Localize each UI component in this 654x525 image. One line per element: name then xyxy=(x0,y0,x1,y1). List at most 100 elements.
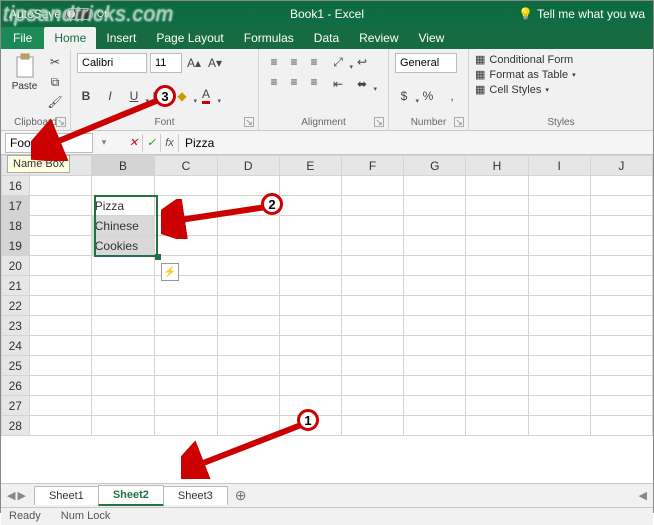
align-bottom-icon[interactable]: ≡ xyxy=(305,53,323,71)
italic-button[interactable]: I xyxy=(101,87,119,105)
copy-icon[interactable]: ⧉ xyxy=(46,73,64,91)
merge-center-icon[interactable]: ⬌ xyxy=(353,75,371,93)
align-left-icon[interactable]: ≡ xyxy=(265,73,283,91)
cell[interactable]: Cookies xyxy=(91,236,155,256)
toggle-pill[interactable] xyxy=(65,8,93,20)
paste-button[interactable]: Paste xyxy=(7,53,42,111)
cut-icon[interactable]: ✂ xyxy=(46,53,64,71)
font-name-select[interactable] xyxy=(77,53,147,73)
next-sheet-icon[interactable]: ▶ xyxy=(17,489,25,502)
formula-input[interactable] xyxy=(179,134,653,152)
col-header[interactable]: J xyxy=(590,156,652,176)
formula-bar: Name Box ▾ ✕ ✓ fx xyxy=(1,131,653,155)
autofill-options-icon[interactable]: ⚡ xyxy=(161,263,179,281)
col-header[interactable]: G xyxy=(404,156,466,176)
col-header[interactable]: F xyxy=(341,156,403,176)
font-size-select[interactable] xyxy=(150,53,182,73)
ribbon: Paste ✂ ⧉ 🖌 Clipboard↘ A▴ A▾ B I U ▦ ◆ A… xyxy=(1,49,653,131)
col-header[interactable]: I xyxy=(528,156,590,176)
scroll-left-icon[interactable]: ◀ xyxy=(639,489,647,502)
name-box[interactable] xyxy=(5,133,93,153)
worksheet-grid[interactable]: A B C D E F G H I J 16 17Pizza 18Chinese… xyxy=(1,155,653,483)
font-color-button[interactable]: A xyxy=(197,87,215,105)
name-box-dropdown-icon[interactable]: ▾ xyxy=(97,137,111,148)
fill-handle[interactable] xyxy=(155,254,161,260)
mouse-cursor-icon: ↖ xyxy=(159,216,174,237)
format-painter-icon[interactable]: 🖌 xyxy=(46,93,64,111)
annotation-callout: 3 xyxy=(154,85,176,107)
dialog-launcher-icon[interactable]: ↘ xyxy=(56,117,66,127)
cell-styles-button[interactable]: ▦Cell Styles▾ xyxy=(475,83,647,96)
dialog-launcher-icon[interactable]: ↘ xyxy=(374,117,384,127)
col-header[interactable]: D xyxy=(217,156,279,176)
align-top-icon[interactable]: ≡ xyxy=(265,53,283,71)
cell[interactable]: Chinese xyxy=(91,216,155,236)
row-header[interactable]: 20 xyxy=(2,256,30,276)
enter-icon[interactable]: ✓ xyxy=(143,134,161,152)
col-header[interactable]: B xyxy=(91,156,155,176)
cell[interactable]: Pizza xyxy=(91,196,155,216)
row-header[interactable]: 27 xyxy=(2,396,30,416)
accounting-format-icon[interactable]: $ xyxy=(395,87,413,105)
number-format-select[interactable] xyxy=(395,53,457,73)
comma-format-icon[interactable]: , xyxy=(443,87,461,105)
tab-data[interactable]: Data xyxy=(304,27,349,49)
orientation-icon[interactable]: ⤢ xyxy=(329,53,347,71)
wrap-text-icon[interactable]: ↩ xyxy=(353,53,371,71)
group-styles: ▦Conditional Form ▦Format as Table▾ ▦Cel… xyxy=(469,49,653,130)
sheet-tab[interactable]: Sheet1 xyxy=(34,486,99,505)
conditional-formatting-button[interactable]: ▦Conditional Form xyxy=(475,53,647,66)
sheet-tab[interactable]: Sheet3 xyxy=(163,486,228,505)
prev-sheet-icon[interactable]: ◀ xyxy=(7,489,15,502)
row-header[interactable]: 16 xyxy=(2,176,30,196)
name-box-tooltip: Name Box xyxy=(7,155,70,173)
styles-group-label: Styles xyxy=(475,117,647,128)
file-tab[interactable]: File xyxy=(1,27,44,49)
align-center-icon[interactable]: ≡ xyxy=(285,73,303,91)
row-header[interactable]: 21 xyxy=(2,276,30,296)
row-header[interactable]: 23 xyxy=(2,316,30,336)
paste-label: Paste xyxy=(7,81,42,92)
row-header[interactable]: 18 xyxy=(2,216,30,236)
decrease-indent-icon[interactable]: ⇤ xyxy=(329,75,347,93)
col-header[interactable]: E xyxy=(279,156,341,176)
percent-format-icon[interactable]: % xyxy=(419,87,437,105)
sheet-tab-bar: ◀ ▶ Sheet1 Sheet2 Sheet3 ⊕ ◀ xyxy=(1,483,653,507)
row-header[interactable]: 24 xyxy=(2,336,30,356)
new-sheet-button[interactable]: ⊕ xyxy=(227,484,255,507)
lightbulb-icon: 💡 xyxy=(518,7,533,21)
row-header[interactable]: 26 xyxy=(2,376,30,396)
underline-button[interactable]: U xyxy=(125,87,143,105)
col-header[interactable]: H xyxy=(466,156,528,176)
format-as-table-button[interactable]: ▦Format as Table▾ xyxy=(475,68,647,81)
row-header[interactable]: 19 xyxy=(2,236,30,256)
row-header[interactable]: 25 xyxy=(2,356,30,376)
tab-view[interactable]: View xyxy=(409,27,455,49)
align-right-icon[interactable]: ≡ xyxy=(305,73,323,91)
row-header[interactable]: 22 xyxy=(2,296,30,316)
tab-formulas[interactable]: Formulas xyxy=(234,27,304,49)
bold-button[interactable]: B xyxy=(77,87,95,105)
dialog-launcher-icon[interactable]: ↘ xyxy=(454,117,464,127)
cancel-icon[interactable]: ✕ xyxy=(125,134,143,152)
status-numlock: Num Lock xyxy=(61,510,111,523)
tab-review[interactable]: Review xyxy=(349,27,408,49)
decrease-font-icon[interactable]: A▾ xyxy=(206,54,224,72)
window-title: Book1 - Excel xyxy=(290,7,364,21)
fx-icon[interactable]: fx xyxy=(161,134,179,152)
annotation-callout: 2 xyxy=(261,193,283,215)
dialog-launcher-icon[interactable]: ↘ xyxy=(244,117,254,127)
align-middle-icon[interactable]: ≡ xyxy=(285,53,303,71)
tab-home[interactable]: Home xyxy=(44,27,96,49)
col-header[interactable]: C xyxy=(155,156,217,176)
increase-font-icon[interactable]: A▴ xyxy=(185,54,203,72)
tab-page-layout[interactable]: Page Layout xyxy=(146,27,233,49)
tab-insert[interactable]: Insert xyxy=(96,27,146,49)
autosave-label: AutoSave xyxy=(9,7,61,21)
autosave-toggle[interactable]: AutoSave Off xyxy=(9,7,109,21)
status-ready: Ready xyxy=(9,510,41,523)
row-header[interactable]: 28 xyxy=(2,416,30,436)
tell-me-search[interactable]: 💡 Tell me what you wa xyxy=(518,7,645,21)
sheet-tab[interactable]: Sheet2 xyxy=(98,485,164,506)
row-header[interactable]: 17 xyxy=(2,196,30,216)
